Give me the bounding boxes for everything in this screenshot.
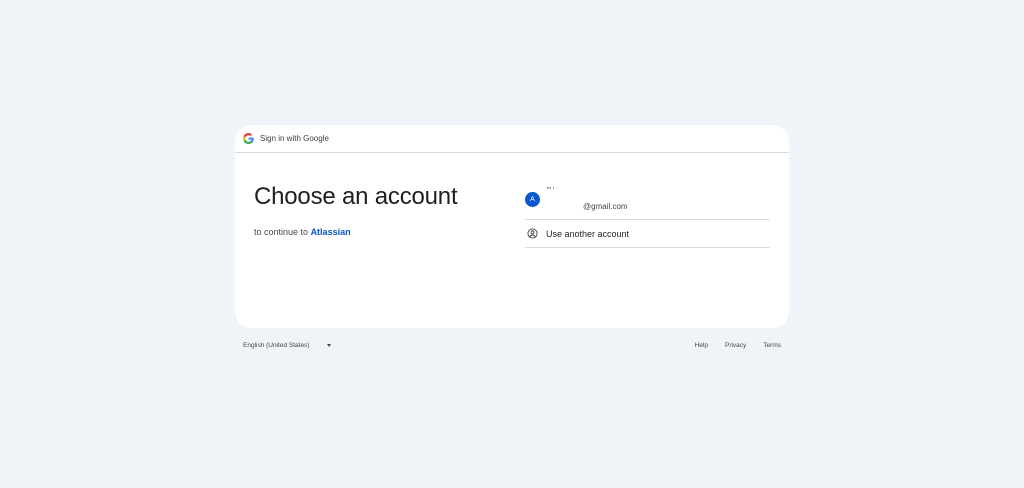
use-another-account-button[interactable]: Use another account	[525, 220, 770, 248]
card-header: Sign in with Google	[235, 125, 789, 153]
footer: English (United States) Help Privacy Ter…	[243, 342, 781, 354]
help-link[interactable]: Help	[695, 342, 708, 349]
google-g-icon	[243, 133, 254, 144]
account-list: A "' ' @gmail.com Use another account	[525, 183, 770, 248]
account-item[interactable]: A "' ' @gmail.com	[525, 183, 770, 220]
subtitle-prefix: to continue to	[254, 227, 308, 237]
chevron-down-icon	[327, 344, 331, 347]
left-pane: Choose an account to continue to Atlassi…	[254, 183, 457, 237]
language-label: English (United States)	[243, 342, 309, 349]
privacy-link[interactable]: Privacy	[725, 342, 746, 349]
sign-in-card: Sign in with Google Choose an account to…	[235, 125, 789, 328]
terms-link[interactable]: Terms	[763, 342, 781, 349]
use-another-account-label: Use another account	[546, 229, 629, 239]
header-title: Sign in with Google	[260, 134, 329, 143]
language-selector[interactable]: English (United States)	[243, 342, 331, 349]
account-name: "' '	[547, 187, 554, 194]
person-circle-icon	[527, 228, 538, 239]
avatar: A	[525, 192, 540, 207]
page-title: Choose an account	[254, 183, 457, 211]
subtitle: to continue to Atlassian	[254, 227, 457, 237]
service-link[interactable]: Atlassian	[311, 227, 351, 237]
account-email: @gmail.com	[583, 202, 628, 211]
footer-links: Help Privacy Terms	[678, 342, 781, 349]
